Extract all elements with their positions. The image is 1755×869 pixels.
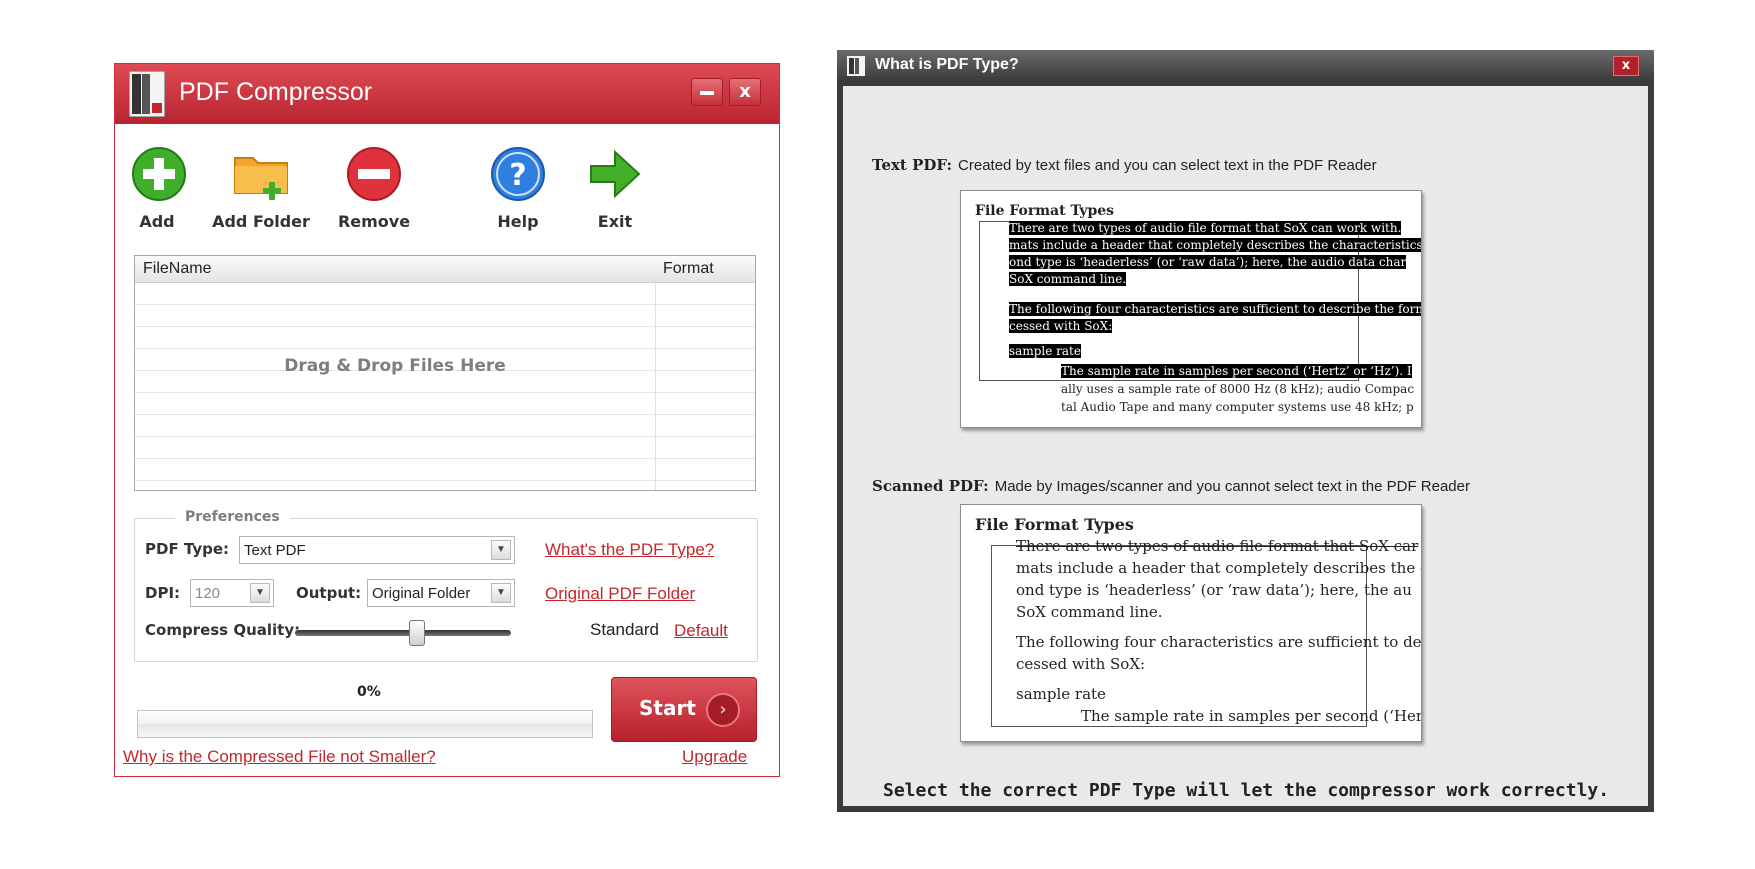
list-row (135, 458, 755, 481)
sample-line: The following four characteristics are s… (1016, 633, 1422, 651)
text-pdf-term: Text PDF: (872, 156, 953, 174)
sample-line: cessed with SoX: (1009, 319, 1113, 333)
list-row (135, 414, 755, 437)
upgrade-link[interactable]: Upgrade (682, 747, 747, 767)
add-label: Add (139, 212, 175, 231)
list-row (135, 304, 755, 327)
text-pdf-desc: Created by text files and you can select… (958, 157, 1377, 174)
progress-percent: 0% (357, 684, 381, 700)
dialog-title-bar[interactable]: What is PDF Type? x (837, 50, 1654, 80)
add-folder-button[interactable]: Add Folder (212, 144, 310, 231)
close-button[interactable]: x (729, 78, 761, 106)
minimize-button[interactable] (691, 78, 723, 106)
preferences-legend: Preferences (175, 509, 290, 525)
dialog-title: What is PDF Type? (875, 56, 1019, 73)
output-select[interactable]: Original Folder ▼ (367, 579, 515, 607)
drop-files-hint: Drag & Drop Files Here (284, 356, 506, 376)
dpi-select[interactable]: 120 ▼ (190, 579, 274, 607)
plus-circle-icon (132, 147, 186, 201)
dialog-close-button[interactable]: x (1613, 56, 1639, 76)
scanned-pdf-term: Scanned PDF: (872, 477, 989, 495)
sample-line: sample rate (1016, 685, 1106, 703)
dialog-body: Text PDF: Created by text files and you c… (843, 86, 1648, 806)
sample-line: The following four characteristics are s… (1009, 302, 1421, 316)
list-row (135, 392, 755, 415)
minus-circle-icon (347, 147, 401, 201)
list-row (135, 282, 755, 305)
sample-line: There are two types of audio file format… (1016, 537, 1419, 555)
progress-bar (137, 710, 593, 738)
quality-value: Standard (590, 620, 659, 639)
default-link[interactable]: Default (674, 621, 728, 641)
sample-line: mats include a header that completely de… (1009, 238, 1422, 252)
scanned-pdf-sample-image: File Format Types There are two types of… (960, 504, 1422, 742)
dpi-value: 120 (195, 585, 221, 602)
sample-line: ond type is ‘headerless’ (or ‘raw data’)… (1009, 255, 1407, 269)
exit-label: Exit (597, 212, 633, 231)
text-pdf-line: Text PDF: Created by text files and you c… (872, 156, 1377, 174)
sample-line: The sample rate in samples per second (‘… (1081, 707, 1422, 725)
app-title: PDF Compressor (179, 78, 373, 106)
scanned-pdf-desc: Made by Images/scanner and you cannot se… (994, 478, 1470, 495)
compress-quality-slider[interactable] (295, 630, 511, 636)
output-value: Original Folder (372, 585, 471, 602)
column-filename[interactable]: FileName (143, 260, 211, 278)
sample-line: The sample rate in samples per second (‘… (1061, 364, 1412, 378)
sample-line: sample rate (1009, 344, 1081, 358)
dpi-label: DPI: (145, 584, 181, 602)
exit-button[interactable]: Exit (585, 144, 645, 231)
sample-line: SoX command line. (1009, 272, 1127, 286)
original-pdf-folder-link[interactable]: Original PDF Folder (545, 584, 695, 604)
output-label: Output: (296, 584, 362, 602)
remove-button[interactable]: Remove (329, 144, 419, 231)
pdf-compressor-window: PDF Compressor x Add Add Folder Remove ?… (114, 63, 780, 777)
pdf-type-label: PDF Type: (145, 540, 230, 558)
compress-quality-label: Compress Quality: (145, 621, 301, 639)
sample-heading: File Format Types (975, 203, 1115, 219)
scanned-pdf-line: Scanned PDF: Made by Images/scanner and y… (872, 477, 1470, 495)
sample-line: ond type is ‘headerless’ (or ‘raw data’)… (1016, 581, 1412, 599)
file-list[interactable]: FileName Format Drag & Drop Files Here (134, 255, 756, 491)
slider-thumb[interactable] (409, 620, 425, 646)
column-format[interactable]: Format (663, 260, 714, 278)
sample-line: ally uses a sample rate of 8000 Hz (8 kH… (1061, 382, 1415, 396)
pdf-type-dialog: What is PDF Type? x Text PDF: Created by … (837, 50, 1654, 812)
whats-pdf-type-link[interactable]: What's the PDF Type? (545, 540, 714, 560)
help-button[interactable]: ? Help (488, 144, 548, 231)
sample-line: cessed with SoX: (1016, 655, 1146, 673)
add-button[interactable]: Add (129, 144, 186, 231)
arrow-right-icon (590, 149, 641, 199)
list-row (135, 436, 755, 459)
app-logo-icon (129, 71, 165, 117)
svg-text:?: ? (509, 158, 526, 193)
chevron-down-icon[interactable]: ▼ (491, 540, 511, 560)
file-list-header: FileName Format (135, 256, 755, 283)
minimize-icon (700, 91, 714, 95)
column-divider (655, 282, 656, 490)
dialog-note: Select the correct PDF Type will let the… (883, 780, 1610, 801)
sample-heading: File Format Types (975, 515, 1134, 534)
add-folder-label: Add Folder (212, 212, 310, 231)
sample-line: tal Audio Tape and many computer systems… (1061, 400, 1414, 414)
chevron-down-icon[interactable]: ▼ (491, 583, 511, 603)
pdf-type-value: Text PDF (244, 542, 306, 559)
start-button[interactable]: Start › (611, 677, 757, 742)
sample-line: SoX command line. (1016, 603, 1163, 621)
chevron-right-icon: › (706, 693, 740, 727)
text-pdf-sample-image: File Format Types There are two types of… (960, 190, 1422, 428)
why-not-smaller-link[interactable]: Why is the Compressed File not Smaller? (123, 747, 436, 767)
list-row (135, 326, 755, 349)
sample-line: mats include a header that completely de… (1016, 559, 1422, 577)
pdf-type-select[interactable]: Text PDF ▼ (239, 536, 515, 564)
chevron-down-icon[interactable]: ▼ (250, 583, 270, 603)
add-folder-icon (234, 157, 288, 200)
help-label: Help (497, 212, 539, 231)
title-bar[interactable]: PDF Compressor x (115, 64, 779, 124)
sample-line: There are two types of audio file format… (1009, 221, 1402, 235)
app-logo-icon (847, 56, 865, 76)
remove-label: Remove (337, 212, 411, 231)
help-icon: ? (491, 147, 545, 201)
start-label: Start (639, 696, 696, 720)
